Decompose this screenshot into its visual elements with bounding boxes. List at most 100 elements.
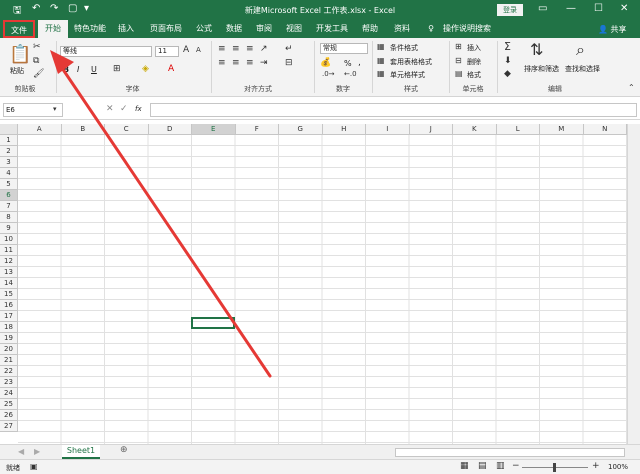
column-header[interactable]: M — [540, 124, 584, 135]
fill-color-icon[interactable]: ◈ — [142, 64, 149, 74]
column-header[interactable]: B — [61, 124, 105, 135]
sort-filter-icon[interactable]: ⇅ — [530, 40, 543, 59]
tab-view[interactable]: 视图 — [282, 20, 306, 38]
increase-decimal-icon[interactable]: .0→ — [322, 70, 335, 78]
cut-icon[interactable]: ✂ — [33, 42, 41, 52]
merge-center-icon[interactable]: ⊟ — [285, 58, 293, 68]
confirm-entry-icon[interactable]: ✓ — [120, 104, 128, 114]
page-layout-view-icon[interactable]: ▤ — [478, 461, 487, 471]
delete-cells-button[interactable]: 删除 — [467, 57, 481, 67]
format-cells-button[interactable]: 格式 — [467, 70, 481, 80]
worksheet-grid[interactable]: A B C D E F G H I J K L M N 1 2 3 4 5 6 7 8 9 10 11 12 13 14 15 16 17 1… — [0, 124, 627, 444]
column-header[interactable]: J — [409, 124, 453, 135]
page-break-view-icon[interactable]: ▥ — [496, 461, 505, 471]
row-header[interactable]: 12 — [0, 256, 18, 267]
bold-button[interactable]: B — [63, 65, 69, 74]
orientation-icon[interactable]: ↗ — [260, 44, 268, 54]
row-header[interactable]: 25 — [0, 399, 18, 410]
minimize-icon[interactable]: — — [566, 3, 576, 14]
italic-button[interactable]: I — [77, 65, 79, 74]
insert-cells-button[interactable]: 插入 — [467, 43, 481, 53]
row-header[interactable]: 23 — [0, 377, 18, 388]
row-header[interactable]: 22 — [0, 366, 18, 377]
column-header[interactable]: A — [18, 124, 62, 135]
row-header[interactable]: 20 — [0, 344, 18, 355]
prev-sheet-icon[interactable]: ◀ — [18, 447, 24, 456]
font-color-icon[interactable]: A — [168, 64, 174, 74]
column-header[interactable]: N — [583, 124, 627, 135]
zoom-level[interactable]: 100% — [608, 463, 628, 471]
row-header[interactable]: 13 — [0, 267, 18, 278]
row-header[interactable]: 16 — [0, 300, 18, 311]
align-middle-icon[interactable]: ≡ — [232, 44, 240, 54]
row-header[interactable]: 2 — [0, 146, 18, 157]
tab-developer[interactable]: 开发工具 — [312, 20, 352, 38]
tab-special[interactable]: 特色功能 — [72, 20, 108, 38]
sort-filter-button[interactable]: 排序和筛选 — [524, 64, 559, 74]
formula-input[interactable] — [150, 103, 637, 117]
share-button[interactable]: 👤 共享 — [598, 24, 627, 35]
column-header[interactable]: G — [279, 124, 323, 135]
indent-icon[interactable]: ⇥ — [260, 58, 268, 68]
column-header[interactable]: C — [105, 124, 149, 135]
tab-formulas[interactable]: 公式 — [192, 20, 216, 38]
currency-icon[interactable]: 💰 — [320, 58, 331, 68]
find-select-icon[interactable]: ⌕ — [576, 40, 585, 60]
tab-review[interactable]: 审阅 — [252, 20, 276, 38]
align-bottom-icon[interactable]: ≡ — [246, 44, 254, 54]
zoom-out-icon[interactable]: − — [512, 461, 520, 471]
align-center-icon[interactable]: ≡ — [232, 58, 240, 68]
row-header[interactable]: 10 — [0, 234, 18, 245]
find-select-button[interactable]: 查找和选择 — [565, 64, 600, 74]
collapse-ribbon-icon[interactable]: ⌃ — [628, 83, 635, 92]
add-sheet-icon[interactable]: ⊕ — [120, 445, 128, 455]
cell-styles-button[interactable]: 单元格样式 — [390, 70, 425, 80]
ribbon-options-icon[interactable]: ▭ — [538, 3, 547, 14]
column-header[interactable]: K — [453, 124, 497, 135]
copy-icon[interactable]: ⧉ — [33, 56, 39, 66]
format-painter-icon[interactable]: 🖌 — [33, 69, 44, 79]
zoom-slider-thumb[interactable] — [553, 463, 556, 472]
column-header[interactable]: I — [366, 124, 410, 135]
row-header[interactable]: 14 — [0, 278, 18, 289]
row-header[interactable]: 19 — [0, 333, 18, 344]
row-header[interactable]: 18 — [0, 322, 18, 333]
vertical-scrollbar[interactable] — [627, 124, 640, 444]
close-icon[interactable]: ✕ — [620, 3, 628, 14]
align-right-icon[interactable]: ≡ — [246, 58, 254, 68]
format-as-table-button[interactable]: 套用表格格式 — [390, 57, 432, 67]
row-header[interactable]: 21 — [0, 355, 18, 366]
row-header[interactable]: 15 — [0, 289, 18, 300]
column-header[interactable]: E — [192, 124, 236, 135]
column-header[interactable]: F — [235, 124, 279, 135]
underline-button[interactable]: U — [91, 65, 97, 74]
wrap-text-icon[interactable]: ↵ — [285, 44, 293, 54]
normal-view-icon[interactable]: ▦ — [460, 461, 469, 471]
conditional-format-button[interactable]: 条件格式 — [390, 43, 418, 53]
next-sheet-icon[interactable]: ▶ — [34, 447, 40, 456]
column-header[interactable]: H — [322, 124, 366, 135]
cancel-entry-icon[interactable]: ✕ — [106, 104, 114, 114]
macro-record-icon[interactable]: ▣ — [30, 462, 38, 471]
number-format-select[interactable]: 常规 — [320, 43, 368, 54]
tell-me-search[interactable]: 操作说明搜索 — [440, 20, 494, 38]
row-header[interactable]: 17 — [0, 311, 18, 322]
column-header[interactable]: D — [148, 124, 192, 135]
name-box-dropdown-icon[interactable]: ▾ — [53, 105, 57, 113]
tab-materials[interactable]: 资料 — [390, 20, 414, 38]
tab-home[interactable]: 开始 — [38, 20, 68, 38]
row-header[interactable]: 11 — [0, 245, 18, 256]
tab-data[interactable]: 数据 — [222, 20, 246, 38]
decrease-decimal-icon[interactable]: ←.0 — [344, 70, 357, 78]
tab-help[interactable]: 帮助 — [358, 20, 382, 38]
row-header[interactable]: 27 — [0, 421, 18, 432]
row-header[interactable]: 26 — [0, 410, 18, 421]
cell-area[interactable] — [18, 135, 627, 444]
row-header[interactable]: 1 — [0, 135, 18, 146]
maximize-icon[interactable]: ☐ — [594, 3, 603, 14]
font-grow-icon[interactable]: A — [183, 45, 189, 55]
fill-icon[interactable]: ⬇ — [504, 56, 512, 66]
row-header[interactable]: 5 — [0, 179, 18, 190]
tab-page-layout[interactable]: 页面布局 — [146, 20, 186, 38]
paste-button[interactable]: 粘贴 — [10, 66, 24, 76]
